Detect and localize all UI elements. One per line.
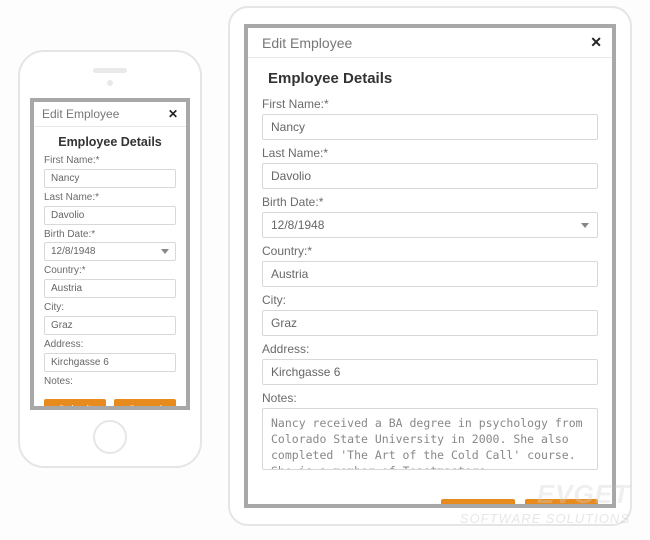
phone-camera bbox=[107, 80, 113, 86]
field-address: Address: bbox=[262, 342, 598, 385]
notes-label: Notes: bbox=[44, 376, 176, 387]
last-name-label: Last Name:* bbox=[262, 146, 598, 160]
birth-date-dropdown[interactable]: 12/8/1948 bbox=[262, 212, 598, 238]
field-first-name: First Name:* bbox=[262, 97, 598, 140]
first-name-label: First Name:* bbox=[262, 97, 598, 111]
city-label: City: bbox=[262, 293, 598, 307]
tablet-screen: Edit Employee ✕ Employee Details First N… bbox=[244, 24, 616, 508]
chevron-down-icon bbox=[161, 249, 169, 254]
field-city: City: bbox=[44, 302, 176, 335]
field-city: City: bbox=[262, 293, 598, 336]
country-label: Country:* bbox=[44, 265, 176, 276]
city-label: City: bbox=[44, 302, 176, 313]
birth-date-dropdown[interactable]: 12/8/1948 bbox=[44, 242, 176, 261]
cancel-button[interactable]: Cancel bbox=[114, 399, 176, 410]
button-row: Submit Cancel bbox=[34, 393, 186, 410]
field-country: Country:* bbox=[44, 265, 176, 298]
field-notes: Notes: bbox=[44, 376, 176, 387]
country-input[interactable] bbox=[262, 261, 598, 287]
dialog-body: Employee Details First Name:* Last Name:… bbox=[248, 58, 612, 491]
section-title: Employee Details bbox=[262, 58, 598, 97]
birth-date-value: 12/8/1948 bbox=[271, 218, 324, 232]
field-country: Country:* bbox=[262, 244, 598, 287]
submit-button[interactable]: Submit bbox=[441, 499, 514, 508]
notes-textarea[interactable] bbox=[262, 408, 598, 470]
close-icon[interactable]: ✕ bbox=[168, 107, 178, 121]
watermark-line2: SOFTWARE SOLUTIONS bbox=[460, 511, 630, 526]
birth-date-label: Birth Date:* bbox=[262, 195, 598, 209]
address-label: Address: bbox=[262, 342, 598, 356]
dialog-title: Edit Employee bbox=[42, 107, 119, 121]
field-birth-date: Birth Date:* 12/8/1948 bbox=[262, 195, 598, 238]
watermark-line1: EVGET bbox=[537, 479, 630, 510]
first-name-label: First Name:* bbox=[44, 155, 176, 166]
field-last-name: Last Name:* bbox=[262, 146, 598, 189]
address-input[interactable] bbox=[44, 353, 176, 372]
first-name-input[interactable] bbox=[44, 169, 176, 188]
dialog-header: Edit Employee ✕ bbox=[248, 28, 612, 58]
country-label: Country:* bbox=[262, 244, 598, 258]
city-input[interactable] bbox=[44, 316, 176, 335]
close-icon[interactable]: ✕ bbox=[590, 34, 602, 51]
field-notes: Notes: bbox=[262, 391, 598, 475]
country-input[interactable] bbox=[44, 279, 176, 298]
dialog-title: Edit Employee bbox=[262, 35, 352, 51]
address-label: Address: bbox=[44, 339, 176, 350]
city-input[interactable] bbox=[262, 310, 598, 336]
dialog-body: Employee Details First Name:* Last Name:… bbox=[34, 127, 186, 393]
chevron-down-icon bbox=[581, 223, 589, 228]
field-address: Address: bbox=[44, 339, 176, 372]
section-title: Employee Details bbox=[44, 127, 176, 155]
last-name-input[interactable] bbox=[44, 206, 176, 225]
field-last-name: Last Name:* bbox=[44, 192, 176, 225]
first-name-input[interactable] bbox=[262, 114, 598, 140]
last-name-label: Last Name:* bbox=[44, 192, 176, 203]
phone-home-button[interactable] bbox=[93, 420, 127, 454]
phone-device-frame: Edit Employee ✕ Employee Details First N… bbox=[18, 50, 202, 468]
address-input[interactable] bbox=[262, 359, 598, 385]
dialog-header: Edit Employee ✕ bbox=[34, 102, 186, 127]
birth-date-value: 12/8/1948 bbox=[51, 246, 96, 257]
tablet-device-frame: Edit Employee ✕ Employee Details First N… bbox=[228, 6, 632, 526]
birth-date-label: Birth Date:* bbox=[44, 229, 176, 240]
phone-speaker bbox=[93, 68, 127, 73]
submit-button[interactable]: Submit bbox=[44, 399, 106, 410]
field-birth-date: Birth Date:* 12/8/1948 bbox=[44, 229, 176, 261]
phone-screen: Edit Employee ✕ Employee Details First N… bbox=[30, 98, 190, 410]
notes-label: Notes: bbox=[262, 391, 598, 405]
last-name-input[interactable] bbox=[262, 163, 598, 189]
field-first-name: First Name:* bbox=[44, 155, 176, 188]
